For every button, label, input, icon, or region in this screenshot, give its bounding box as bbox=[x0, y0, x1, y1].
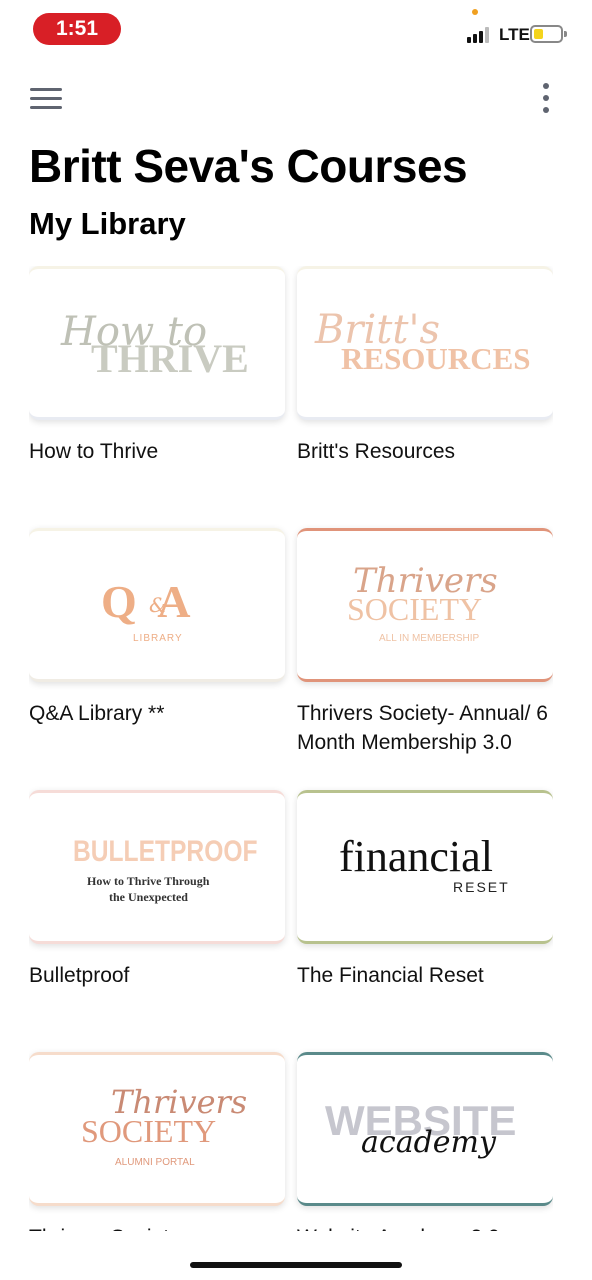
thumb-script-text: academy bbox=[361, 1125, 496, 1160]
course-thumbnail: Britt's RESOURCES bbox=[297, 266, 553, 420]
thumb-title-text: BULLETPROOF bbox=[73, 835, 258, 868]
course-title: Thrivers Society- Annual/ 6 Month Member… bbox=[297, 702, 548, 754]
course-thumbnail: WEBSITE academy bbox=[297, 1052, 553, 1206]
thumb-subtitle-text: RESET bbox=[453, 879, 510, 895]
thumb-title-text: SOCIETY bbox=[81, 1113, 217, 1149]
thumb-title-text: SOCIETY bbox=[347, 591, 483, 627]
course-thumbnail: BULLETPROOF How to Thrive Through the Un… bbox=[29, 790, 285, 944]
course-title: Britt's Resources bbox=[297, 440, 456, 463]
course-title: The Financial Reset bbox=[297, 964, 484, 987]
course-thumbnail: Thrivers SOCIETY ALL IN MEMBERSHIP bbox=[297, 528, 553, 682]
privacy-indicator-dot bbox=[472, 9, 478, 15]
course-card[interactable]: Britt's RESOURCES Britt's Resources bbox=[297, 266, 553, 466]
home-indicator[interactable] bbox=[190, 1262, 402, 1268]
section-title: My Library bbox=[29, 206, 186, 241]
thumb-subtitle-text: ALL IN MEMBERSHIP bbox=[379, 633, 480, 644]
course-grid: How to THRIVE How to Thrive Britt's RESO… bbox=[29, 266, 553, 1231]
thumb-subtitle-line1: How to Thrive Through bbox=[87, 874, 210, 888]
cellular-signal-icon bbox=[467, 27, 493, 43]
hamburger-menu-icon[interactable] bbox=[30, 88, 62, 110]
page-title: Britt Seva's Courses bbox=[29, 140, 468, 192]
thumb-title-text: THRIVE bbox=[91, 336, 249, 381]
course-card[interactable]: WEBSITE academy Website Academy 3.0 bbox=[297, 1052, 553, 1231]
course-thumbnail: Thrivers SOCIETY ALUMNI PORTAL bbox=[29, 1052, 285, 1206]
course-card[interactable]: Thrivers SOCIETY ALUMNI PORTAL Thrivers … bbox=[29, 1052, 285, 1231]
course-title: Thrivers Society bbox=[29, 1223, 285, 1231]
course-card[interactable]: BULLETPROOF How to Thrive Through the Un… bbox=[29, 790, 285, 990]
course-card[interactable]: Thrivers SOCIETY ALL IN MEMBERSHIP Thriv… bbox=[297, 528, 553, 757]
thumb-subtitle-text: ALUMNI PORTAL bbox=[115, 1157, 195, 1168]
status-bar: 1:51 LTE bbox=[0, 0, 592, 60]
thumb-subtitle-text: LIBRARY bbox=[133, 633, 183, 644]
battery-level bbox=[534, 29, 543, 39]
status-time: 1:51 bbox=[33, 13, 121, 45]
course-thumbnail: Q A & LIBRARY bbox=[29, 528, 285, 682]
course-title: Website Academy 3.0 bbox=[297, 1223, 553, 1231]
course-thumbnail: How to THRIVE bbox=[29, 266, 285, 420]
course-card[interactable]: How to THRIVE How to Thrive bbox=[29, 266, 285, 466]
course-card[interactable]: financial RESET The Financial Reset bbox=[297, 790, 553, 990]
course-title: How to Thrive bbox=[29, 440, 159, 463]
course-title: Bulletproof bbox=[29, 964, 130, 987]
thumb-title-text: RESOURCES bbox=[341, 341, 531, 376]
thumb-title-text: Q A bbox=[101, 576, 191, 627]
thumb-title-text: financial bbox=[339, 832, 493, 881]
thumb-subtitle-line2: the Unexpected bbox=[109, 890, 188, 904]
course-card[interactable]: Q A & LIBRARY Q&A Library ** bbox=[29, 528, 285, 728]
battery-tip bbox=[564, 31, 567, 37]
course-thumbnail: financial RESET bbox=[297, 790, 553, 944]
thumb-ampersand-text: & bbox=[149, 593, 167, 617]
network-type: LTE bbox=[499, 25, 530, 44]
course-title: Q&A Library ** bbox=[29, 702, 165, 725]
battery-icon bbox=[530, 25, 563, 43]
vertical-ellipsis-icon[interactable] bbox=[536, 83, 556, 115]
